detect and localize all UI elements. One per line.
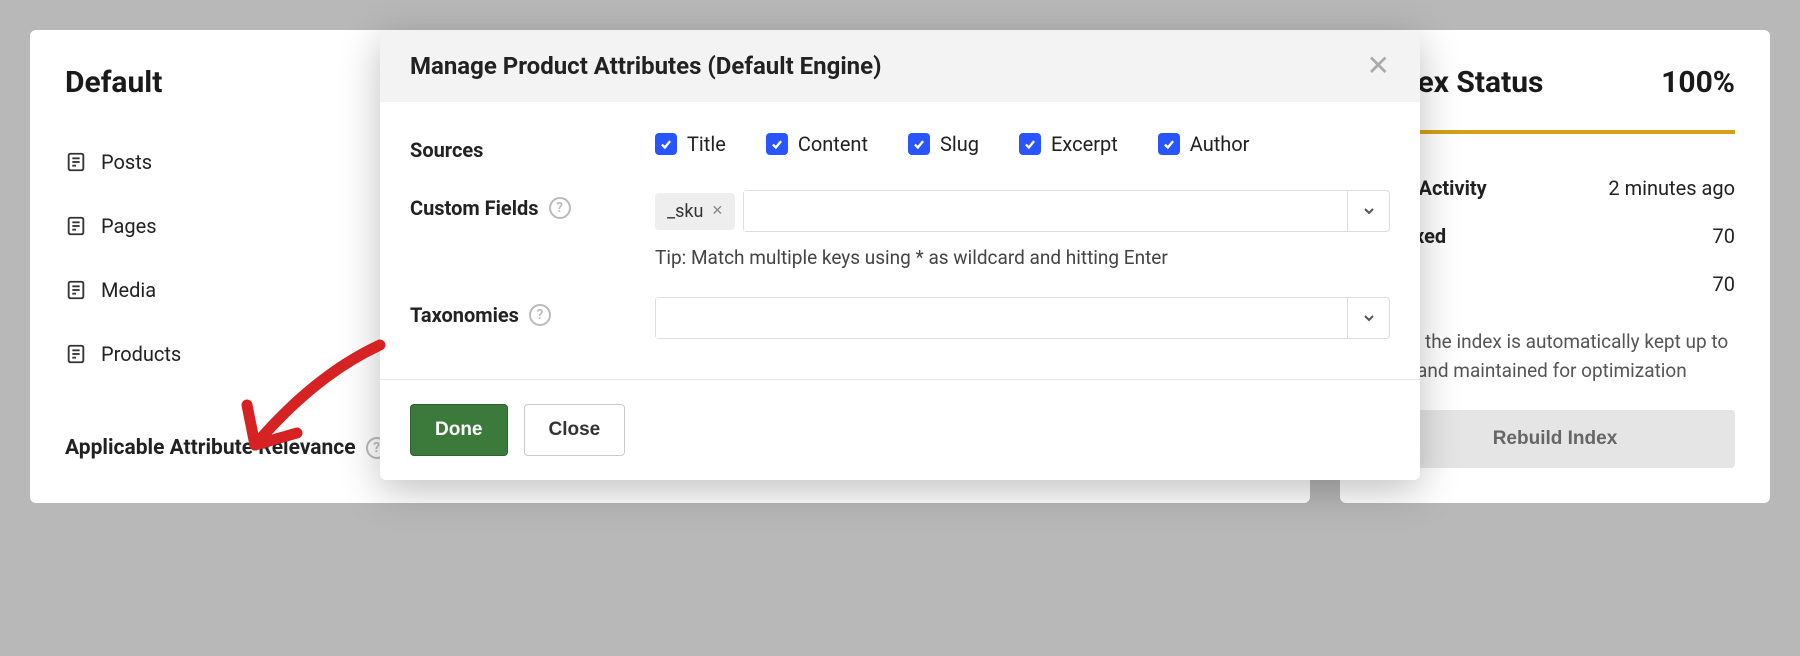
checkbox-checked-icon	[1019, 133, 1041, 155]
help-icon[interactable]: ?	[549, 197, 571, 219]
chevron-down-icon[interactable]	[1347, 191, 1389, 231]
checkbox-checked-icon	[766, 133, 788, 155]
close-icon: ✕	[1367, 52, 1390, 80]
sources-label: Sources	[410, 132, 655, 162]
source-checkbox-slug[interactable]: Slug	[908, 132, 979, 156]
manage-attributes-modal: Manage Product Attributes (Default Engin…	[380, 30, 1420, 480]
close-button[interactable]: Close	[524, 404, 626, 456]
taxonomies-combo[interactable]	[655, 297, 1390, 339]
source-checkbox-excerpt[interactable]: Excerpt	[1019, 132, 1118, 156]
custom-fields-combo[interactable]	[743, 190, 1390, 232]
checkbox-checked-icon	[908, 133, 930, 155]
checkbox-checked-icon	[1158, 133, 1180, 155]
custom-fields-tip: Tip: Match multiple keys using * as wild…	[655, 246, 1390, 269]
remove-tag-icon[interactable]: ✕	[711, 203, 723, 219]
done-button[interactable]: Done	[410, 404, 508, 456]
checkbox-checked-icon	[655, 133, 677, 155]
source-checkbox-content[interactable]: Content	[766, 132, 868, 156]
modal-title: Manage Product Attributes (Default Engin…	[410, 52, 882, 80]
source-checkbox-title[interactable]: Title	[655, 132, 726, 156]
modal-overlay: Manage Product Attributes (Default Engin…	[0, 0, 1800, 656]
help-icon[interactable]: ?	[529, 304, 551, 326]
custom-fields-label: Custom Fields ?	[410, 190, 655, 220]
source-checkbox-author[interactable]: Author	[1158, 132, 1250, 156]
chevron-down-icon[interactable]	[1347, 298, 1389, 338]
taxonomies-label: Taxonomies ?	[410, 297, 655, 327]
custom-field-tag[interactable]: _sku ✕	[655, 193, 735, 230]
custom-fields-input[interactable]	[744, 191, 1347, 231]
taxonomies-input[interactable]	[656, 298, 1347, 338]
